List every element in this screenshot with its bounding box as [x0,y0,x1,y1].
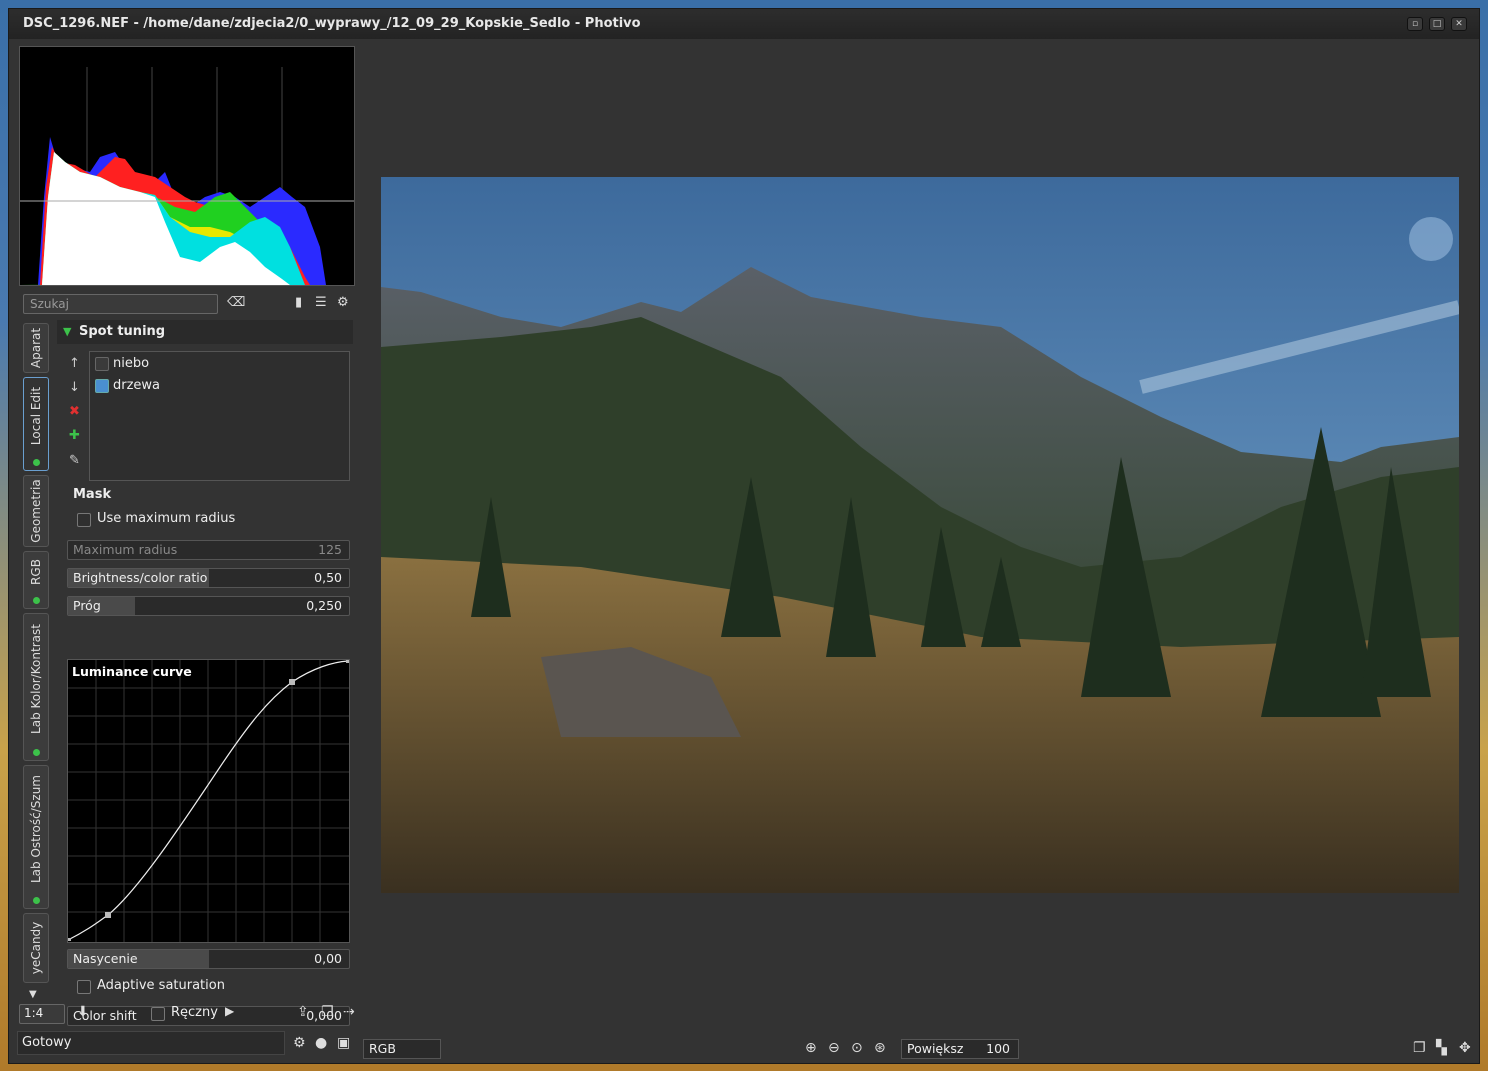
window-title: DSC_1296.NEF - /home/dane/zdjecia2/0_wyp… [23,16,641,31]
title-bar: DSC_1296.NEF - /home/dane/zdjecia2/0_wyp… [9,9,1479,39]
active-indicator-icon [33,597,40,604]
spot-checkbox[interactable] [95,357,109,371]
photo-image [381,177,1459,893]
bottom-toolbar: RGB ⊕ ⊖ ⊙ ⊛ Powiększ 100 ❐ ▚ ✥ [363,1037,1473,1061]
zoom-fit-icon[interactable]: ⊙ [851,1040,863,1056]
section-title: Spot tuning [79,324,166,339]
luminance-curve-editor[interactable]: Luminance curve [67,659,350,943]
tile-icon[interactable]: ▚ [1436,1040,1447,1056]
add-icon[interactable]: ✚ [69,428,80,443]
tab-eyecandy[interactable]: yeCandy [23,913,49,983]
active-indicator-icon [33,749,40,756]
spot-checkbox[interactable] [95,379,109,393]
delete-icon[interactable]: ✖ [69,404,80,419]
close-button[interactable]: ✕ [1451,17,1467,31]
active-indicator-icon [33,897,40,904]
vertical-tab-bar: Aparat Local Edit Geometria RGB Lab Kolo… [23,323,49,1013]
settings-icon[interactable]: ⚙ [293,1035,306,1051]
zoom-select[interactable]: 1:4 [19,1004,65,1024]
max-radius-slider[interactable]: Maximum radius 125 [67,540,350,560]
zoom-100-icon[interactable]: ⊛ [874,1040,886,1056]
adaptive-saturation-label: Adaptive saturation [97,978,225,993]
info-icon[interactable]: ● [315,1035,327,1051]
tab-lab-kolor-kontrast[interactable]: Lab Kolor/Kontrast [23,613,49,761]
left-panel: Szukaj ⌫ ▮ ☰ ⚙ Aparat Local Edit Geometr… [15,43,357,1057]
status-field: Gotowy [17,1031,285,1055]
settings-gear-icon[interactable]: ⚙ [337,295,349,310]
tab-rgb[interactable]: RGB [23,551,49,609]
tab-lab-ostrosc-szum[interactable]: Lab Ostrość/Szum [23,765,49,909]
move-icon[interactable]: ✥ [1459,1040,1471,1056]
nasycenie-slider[interactable]: Nasycenie 0,00 [67,949,350,969]
search-input[interactable]: Szukaj [23,294,218,314]
zoom-in-icon[interactable]: ⊕ [805,1040,817,1056]
move-up-icon[interactable]: ↑ [69,356,80,371]
zoom-control[interactable]: Powiększ 100 [901,1039,1019,1059]
active-indicator-icon [33,459,40,466]
manual-label: Ręczny [171,1005,218,1020]
adaptive-saturation-checkbox[interactable] [77,980,91,994]
down-arrow-icon[interactable]: ⬇ [77,1004,89,1020]
histogram [19,46,355,286]
settings-panel: ▼ Spot tuning ↑ ↓ ✖ ✚ ✎ niebo drzewa Mas… [57,320,353,1026]
prog-slider[interactable]: Próg 0,250 [67,596,350,616]
move-down-icon[interactable]: ↓ [69,380,80,395]
maximize-button[interactable]: □ [1429,17,1445,31]
curve-point[interactable] [346,660,349,663]
more-icon[interactable]: ⇢ [343,1004,355,1020]
zoom-out-icon[interactable]: ⊖ [828,1040,840,1056]
minimize-button[interactable]: ▫ [1407,17,1423,31]
tab-aparat[interactable]: Aparat [23,323,49,373]
curve-graph [68,660,349,942]
export-icon[interactable]: ⇪ [297,1004,309,1020]
curve-point[interactable] [105,912,111,918]
histogram-graph [20,67,354,285]
search-row: Szukaj ⌫ ▮ ☰ ⚙ [15,294,357,316]
image-viewer[interactable] [381,177,1459,893]
use-max-radius-label: Use maximum radius [97,511,236,526]
list-item[interactable]: drzewa [93,376,348,396]
list-item[interactable]: niebo [93,354,348,374]
tab-local-edit[interactable]: Local Edit [23,377,49,471]
tab-geometria[interactable]: Geometria [23,475,49,547]
spot-list: niebo drzewa [89,351,350,481]
curve-point[interactable] [289,679,295,685]
menu-icon[interactable]: ☰ [315,295,327,310]
curve-title: Luminance curve [72,664,192,679]
pipette-icon[interactable]: ✎ [69,453,80,468]
section-header[interactable]: ▼ Spot tuning [57,320,353,344]
batch-icon[interactable]: ❐ [321,1004,334,1020]
fullscreen-icon[interactable]: ▣ [337,1035,350,1051]
window-mode-icon[interactable]: ❐ [1413,1040,1426,1056]
manual-checkbox[interactable] [151,1007,165,1021]
colorspace-select[interactable]: RGB [363,1039,441,1059]
scroll-down-icon[interactable]: ▼ [29,989,37,1000]
brightness-color-ratio-slider[interactable]: Brightness/color ratio 0,50 [67,568,350,588]
use-max-radius-checkbox[interactable] [77,513,91,527]
mask-heading: Mask [73,487,112,502]
play-icon[interactable]: ▶ [225,1004,234,1018]
curve-point[interactable] [68,938,71,941]
main-window: DSC_1296.NEF - /home/dane/zdjecia2/0_wyp… [8,8,1480,1064]
bookmark-icon[interactable]: ▮ [295,295,302,310]
clear-search-icon[interactable]: ⌫ [227,295,245,310]
expand-triangle-icon: ▼ [63,325,72,338]
